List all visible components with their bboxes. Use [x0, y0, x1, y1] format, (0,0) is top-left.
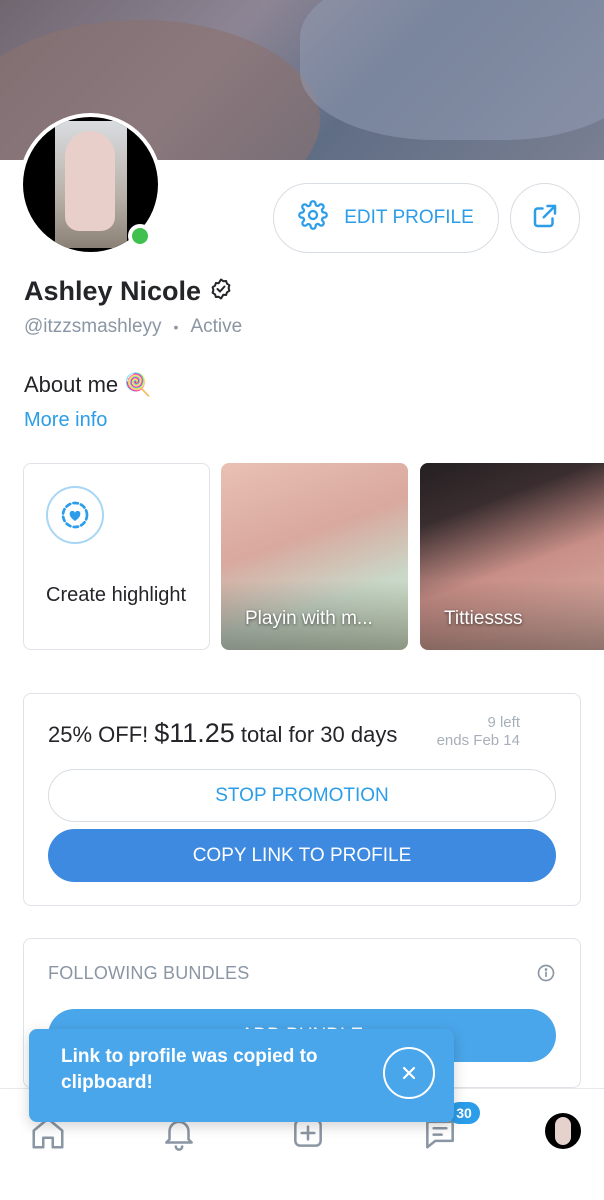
about-label: About me	[24, 372, 119, 397]
bundles-title: FOLLOWING BUNDLES	[48, 963, 250, 983]
profile-handle: @itzzsmashleyy	[24, 316, 162, 337]
close-icon[interactable]	[383, 1047, 435, 1099]
copy-link-button[interactable]: COPY LINK TO PROFILE	[48, 829, 556, 882]
toast-message: Link to profile was copied to clipboard!	[61, 1046, 318, 1093]
highlight-caption: Playin with m...	[245, 608, 373, 629]
promotion-meta: 9 left ends Feb 14	[437, 714, 520, 750]
online-status-indicator	[128, 224, 152, 248]
share-button[interactable]	[510, 183, 580, 253]
edit-profile-label: EDIT PROFILE	[344, 207, 474, 228]
more-info-link[interactable]: More info	[24, 409, 107, 432]
copied-toast: Link to profile was copied to clipboard!	[29, 1029, 454, 1122]
promotion-price: $11.25	[154, 718, 235, 748]
verified-icon	[209, 277, 233, 306]
story-add-icon	[46, 486, 104, 544]
stop-promotion-button[interactable]: STOP PROMOTION	[48, 769, 556, 822]
profile-name-row: Ashley Nicole	[24, 276, 233, 307]
promotion-duration: total for 30 days	[240, 722, 398, 747]
info-icon[interactable]	[536, 963, 556, 988]
lollipop-emoji: 🍭	[124, 372, 152, 397]
highlight-caption: Tittiessss	[444, 608, 523, 629]
profile-avatar[interactable]	[545, 1113, 581, 1149]
promotion-discount: 25% OFF!	[48, 722, 149, 747]
promotion-remaining: 9 left	[487, 714, 520, 731]
gear-icon	[298, 200, 329, 236]
promotion-card: 25% OFF! $11.25 total for 30 days 9 left…	[23, 693, 581, 906]
create-highlight-label: Create highlight	[46, 584, 187, 606]
activity-status: Active	[190, 316, 243, 337]
profile-handle-row: @itzzsmashleyy • Active	[24, 316, 242, 338]
about-heading: About me 🍭	[24, 372, 152, 398]
highlight-item[interactable]: Tittiessss	[420, 463, 604, 650]
highlight-item[interactable]: Playin with m...	[221, 463, 408, 650]
promotion-end-date: ends Feb 14	[436, 732, 520, 749]
share-icon	[530, 201, 560, 236]
promotion-title: 25% OFF! $11.25 total for 30 days	[48, 718, 397, 749]
separator: •	[173, 319, 179, 335]
create-highlight-card[interactable]: Create highlight	[23, 463, 210, 650]
profile-name: Ashley Nicole	[24, 276, 202, 306]
edit-profile-button[interactable]: EDIT PROFILE	[273, 183, 499, 253]
